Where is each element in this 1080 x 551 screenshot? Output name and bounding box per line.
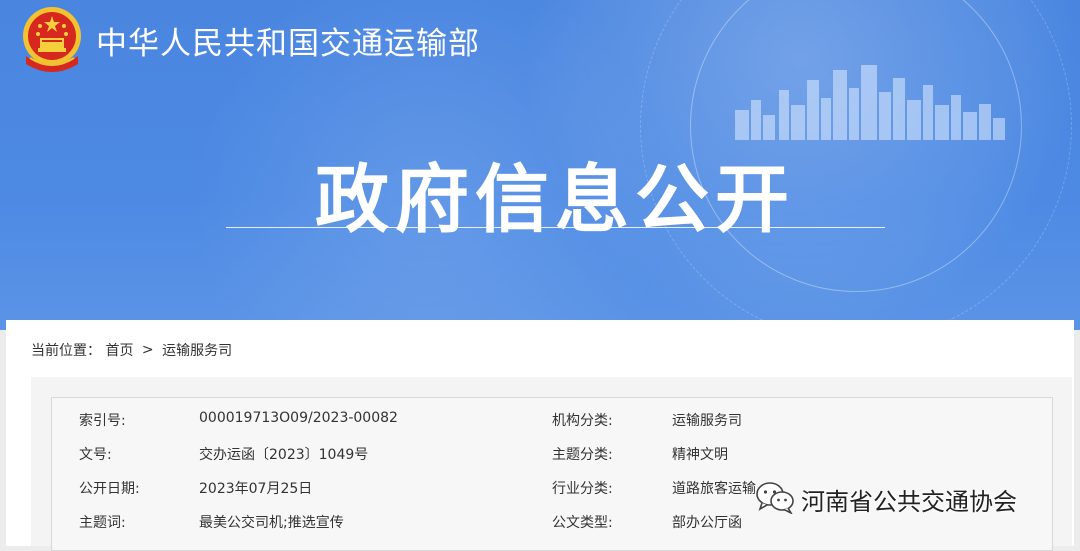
field-value: 交办运函〔2023〕1049号 bbox=[199, 447, 369, 463]
field-label: 行业分类: bbox=[552, 481, 613, 497]
page-title: 政府信息公开 bbox=[315, 157, 795, 243]
field-value: 000019713O09/2023-00082 bbox=[199, 410, 398, 426]
field-value: 运输服务司 bbox=[672, 413, 742, 429]
breadcrumb-label: 当前位置： bbox=[31, 343, 101, 359]
breadcrumb: 当前位置： 首页 > 运输服务司 bbox=[31, 340, 232, 360]
ministry-name: 中华人民共和国交通运输部 bbox=[96, 26, 480, 62]
header-banner: 中华人民共和国交通运输部 政府信息公开 bbox=[0, 0, 1080, 330]
info-row: 索引号: 000019713O09/2023-00082 机构分类: 运输服务司 bbox=[52, 402, 1052, 436]
watermark-text: 河南省公共交通协会 bbox=[801, 488, 1017, 516]
breadcrumb-home-link[interactable]: 首页 bbox=[105, 343, 133, 359]
info-row: 文号: 交办运函〔2023〕1049号 主题分类: 精神文明 bbox=[52, 436, 1052, 470]
info-panel: 索引号: 000019713O09/2023-00082 机构分类: 运输服务司… bbox=[31, 377, 1072, 551]
field-value: 精神文明 bbox=[672, 447, 728, 463]
field-value: 道路旅客运输 bbox=[672, 481, 756, 497]
field-label: 主题分类: bbox=[552, 447, 613, 463]
breadcrumb-department-link[interactable]: 运输服务司 bbox=[162, 343, 232, 359]
field-value: 最美公交司机;推选宣传 bbox=[199, 515, 344, 531]
national-emblem-icon bbox=[23, 7, 81, 72]
field-label: 主题词: bbox=[79, 515, 126, 531]
field-label: 公文类型: bbox=[552, 515, 613, 531]
city-skyline-icon bbox=[735, 65, 1005, 140]
breadcrumb-separator: > bbox=[141, 342, 154, 358]
field-label: 文号: bbox=[79, 447, 112, 463]
field-value: 部办公厅函 bbox=[672, 515, 742, 531]
title-divider bbox=[226, 227, 885, 228]
field-label: 索引号: bbox=[79, 413, 126, 429]
document-info-table: 索引号: 000019713O09/2023-00082 机构分类: 运输服务司… bbox=[51, 397, 1053, 551]
field-value: 2023年07月25日 bbox=[199, 481, 313, 497]
field-label: 机构分类: bbox=[552, 413, 613, 429]
wechat-icon bbox=[756, 482, 794, 514]
field-label: 公开日期: bbox=[79, 481, 140, 497]
